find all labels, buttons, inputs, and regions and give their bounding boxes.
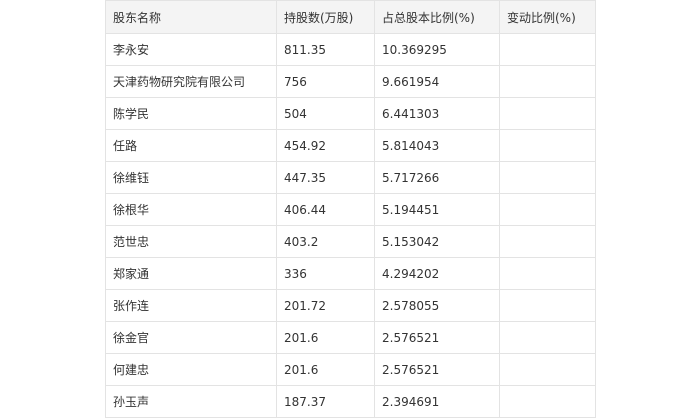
cell-shareholder-name: 孙玉声 [105, 385, 277, 418]
cell-shares-held: 336 [276, 257, 375, 290]
cell-share-ratio: 6.441303 [374, 97, 500, 130]
cell-share-ratio: 2.576521 [374, 321, 500, 354]
cell-share-ratio: 2.578055 [374, 289, 500, 322]
shareholder-table: 股东名称 持股数(万股) 占总股本比例(%) 变动比例(%) 李永安 811.35… [105, 0, 596, 418]
cell-shares-held: 756 [276, 65, 375, 98]
header-shareholder-name: 股东名称 [105, 0, 277, 34]
cell-share-ratio: 2.394691 [374, 385, 500, 418]
cell-shares-held: 403.2 [276, 225, 375, 258]
cell-share-ratio: 5.194451 [374, 193, 500, 226]
cell-change-ratio [499, 193, 596, 226]
cell-change-ratio [499, 129, 596, 162]
cell-share-ratio: 9.661954 [374, 65, 500, 98]
header-share-ratio: 占总股本比例(%) [374, 0, 500, 34]
table-row: 李永安 811.35 10.369295 [105, 33, 596, 66]
cell-shares-held: 201.72 [276, 289, 375, 322]
table-row: 张作连 201.72 2.578055 [105, 289, 596, 322]
cell-share-ratio: 5.153042 [374, 225, 500, 258]
cell-shares-held: 447.35 [276, 161, 375, 194]
cell-change-ratio [499, 289, 596, 322]
table-row: 徐维钰 447.35 5.717266 [105, 161, 596, 194]
cell-shares-held: 187.37 [276, 385, 375, 418]
cell-share-ratio: 5.814043 [374, 129, 500, 162]
cell-shareholder-name: 徐金官 [105, 321, 277, 354]
table-row: 何建忠 201.6 2.576521 [105, 353, 596, 386]
cell-shares-held: 201.6 [276, 321, 375, 354]
cell-shareholder-name: 任路 [105, 129, 277, 162]
cell-shareholder-name: 徐维钰 [105, 161, 277, 194]
cell-shares-held: 454.92 [276, 129, 375, 162]
cell-share-ratio: 5.717266 [374, 161, 500, 194]
table-row: 陈学民 504 6.441303 [105, 97, 596, 130]
table-row: 徐根华 406.44 5.194451 [105, 193, 596, 226]
cell-shareholder-name: 陈学民 [105, 97, 277, 130]
cell-shareholder-name: 张作连 [105, 289, 277, 322]
cell-shares-held: 811.35 [276, 33, 375, 66]
table-header-row: 股东名称 持股数(万股) 占总股本比例(%) 变动比例(%) [105, 0, 596, 34]
cell-shareholder-name: 天津药物研究院有限公司 [105, 65, 277, 98]
cell-share-ratio: 4.294202 [374, 257, 500, 290]
table-body: 李永安 811.35 10.369295 天津药物研究院有限公司 756 9.661954… [105, 33, 596, 418]
cell-shareholder-name: 范世忠 [105, 225, 277, 258]
table-row: 范世忠 403.2 5.153042 [105, 225, 596, 258]
table-row: 徐金官 201.6 2.576521 [105, 321, 596, 354]
cell-shareholder-name: 徐根华 [105, 193, 277, 226]
cell-change-ratio [499, 257, 596, 290]
cell-change-ratio [499, 65, 596, 98]
cell-share-ratio: 2.576521 [374, 353, 500, 386]
table-row: 任路 454.92 5.814043 [105, 129, 596, 162]
header-change-ratio: 变动比例(%) [499, 0, 596, 34]
cell-change-ratio [499, 161, 596, 194]
cell-change-ratio [499, 97, 596, 130]
cell-change-ratio [499, 321, 596, 354]
cell-change-ratio [499, 33, 596, 66]
cell-shares-held: 504 [276, 97, 375, 130]
cell-shareholder-name: 何建忠 [105, 353, 277, 386]
cell-change-ratio [499, 225, 596, 258]
cell-shares-held: 201.6 [276, 353, 375, 386]
header-shares-held: 持股数(万股) [276, 0, 375, 34]
cell-shareholder-name: 郑家通 [105, 257, 277, 290]
shareholder-table-container: 股东名称 持股数(万股) 占总股本比例(%) 变动比例(%) 李永安 811.35… [105, 0, 596, 418]
cell-change-ratio [499, 353, 596, 386]
cell-shares-held: 406.44 [276, 193, 375, 226]
table-row: 孙玉声 187.37 2.394691 [105, 385, 596, 418]
table-row: 郑家通 336 4.294202 [105, 257, 596, 290]
cell-change-ratio [499, 385, 596, 418]
table-row: 天津药物研究院有限公司 756 9.661954 [105, 65, 596, 98]
cell-share-ratio: 10.369295 [374, 33, 500, 66]
cell-shareholder-name: 李永安 [105, 33, 277, 66]
